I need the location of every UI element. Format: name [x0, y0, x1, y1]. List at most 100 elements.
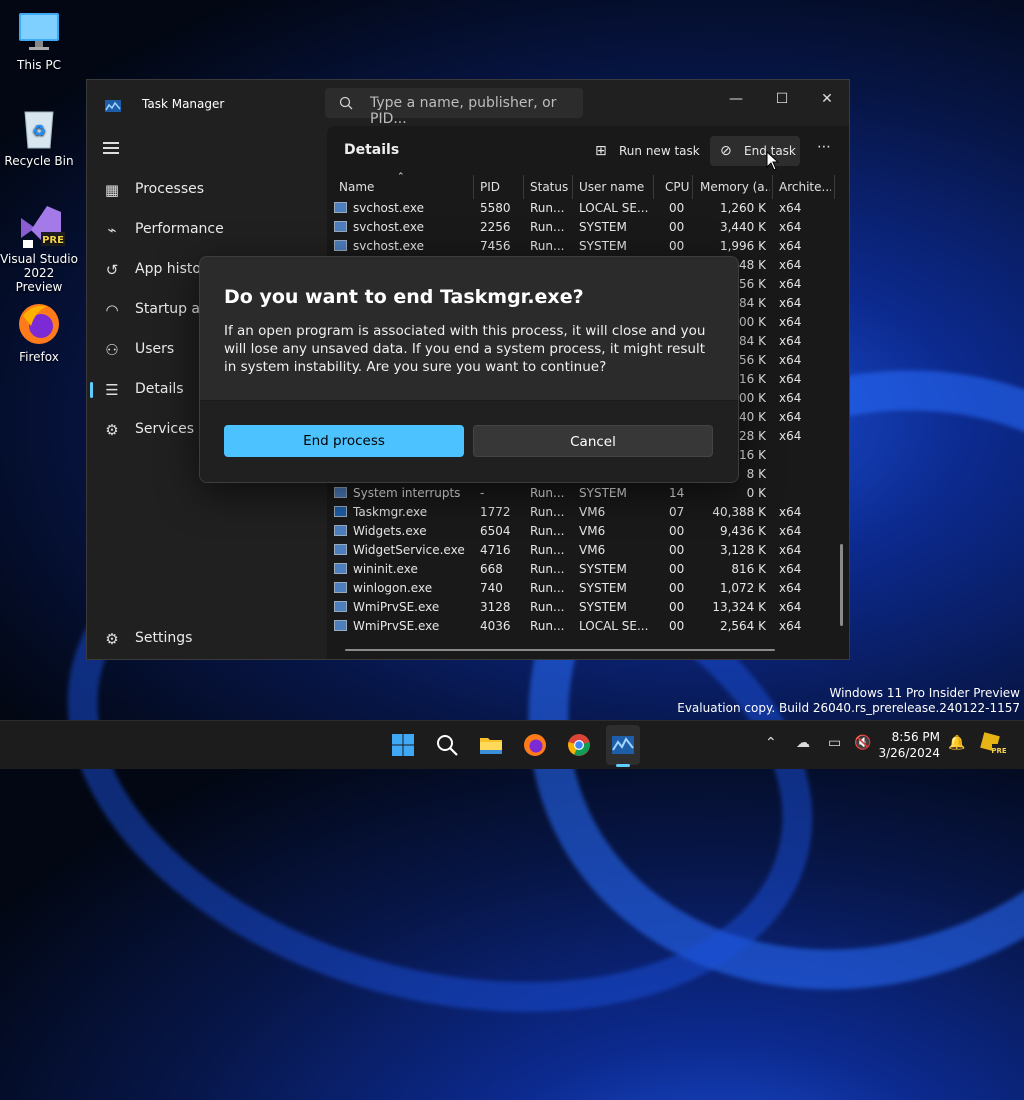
cell-status: Run... — [530, 505, 565, 519]
cell-arch: x64 — [779, 410, 802, 424]
sort-ascending-icon: ⌃ — [397, 172, 405, 182]
title-bar[interactable]: Task Manager Type a name, publisher, or … — [87, 80, 850, 127]
table-row[interactable]: WmiPrvSE.exe 3128 Run... SYSTEM 00 13,324 K x6… — [329, 598, 837, 617]
cell-user: VM6 — [579, 543, 606, 557]
cell-status: Run... — [530, 600, 565, 614]
cell-status: Run... — [530, 562, 565, 576]
cancel-button[interactable]: Cancel — [473, 425, 713, 457]
column-header-pid[interactable]: PID — [480, 180, 500, 194]
sidebar-item-processes[interactable]: ▦ Processes — [93, 172, 321, 208]
sidebar-item-label: Details — [135, 381, 184, 397]
monitor-icon — [17, 10, 61, 54]
desktop-icon-visual-studio[interactable]: PRE Visual Studio 2022 Preview — [0, 204, 78, 294]
cell-status: Run... — [530, 581, 565, 595]
dialog-message: If an open program is associated with th… — [224, 323, 706, 375]
mouse-cursor-icon — [766, 151, 780, 171]
chrome-icon[interactable] — [567, 733, 591, 757]
cell-pid: 740 — [480, 581, 503, 595]
cell-cpu: 00 — [669, 239, 685, 253]
sidebar-item-performance[interactable]: ⌁ Performance — [93, 212, 321, 248]
column-header-name[interactable]: Name — [339, 180, 374, 194]
column-header-memory[interactable]: Memory (a... — [700, 180, 770, 194]
cell-cpu: 00 — [669, 220, 685, 234]
table-row[interactable]: svchost.exe 5580 Run... LOCAL SE... 00 1,260 … — [329, 199, 837, 218]
cell-arch: x64 — [779, 543, 802, 557]
taskbar-clock[interactable]: 8:56 PM 3/26/2024 — [878, 729, 940, 761]
window-title: Task Manager — [142, 97, 225, 111]
dialog-title: Do you want to end Taskmgr.exe? — [224, 286, 584, 308]
performance-icon: ⌁ — [107, 221, 117, 239]
volume-muted-icon[interactable]: 🔇 — [854, 735, 871, 751]
cell-cpu: 00 — [669, 619, 685, 633]
recycle-bin-icon: ♻ — [17, 106, 61, 150]
desktop-icon-firefox[interactable]: Firefox — [0, 302, 78, 364]
task-manager-icon — [105, 97, 121, 112]
cell-user: SYSTEM — [579, 220, 627, 234]
minimize-button[interactable]: — — [713, 84, 759, 114]
users-icon: ⚇ — [105, 341, 119, 359]
column-header-cpu[interactable]: CPU — [665, 180, 689, 194]
close-button[interactable]: ✕ — [804, 84, 850, 114]
cell-mem: 2,564 K — [719, 619, 766, 633]
details-icon: ☰ — [105, 381, 119, 399]
svg-text:PRE: PRE — [42, 235, 64, 246]
process-icon — [334, 487, 347, 498]
cell-user: LOCAL SE... — [579, 201, 649, 215]
cell-arch: x64 — [779, 600, 802, 614]
end-process-button[interactable]: End process — [224, 425, 464, 457]
end-task-icon: ⊘ — [720, 143, 732, 159]
cell-arch: x64 — [779, 315, 802, 329]
visual-studio-icon: PRE — [17, 204, 65, 248]
cell-pid: 6504 — [480, 524, 511, 538]
sidebar-item-label: Settings — [135, 630, 193, 646]
table-row[interactable]: winlogon.exe 740 Run... SYSTEM 00 1,072 K x64 — [329, 579, 837, 598]
table-row[interactable]: svchost.exe 2256 Run... SYSTEM 00 3,440 K x64 — [329, 218, 837, 237]
process-icon — [334, 202, 347, 213]
minimize-icon: — — [729, 91, 743, 107]
desktop-icon-recycle-bin[interactable]: ♻ Recycle Bin — [0, 106, 78, 168]
run-new-task-button[interactable]: ⊞ Run new task — [585, 136, 700, 166]
table-row[interactable]: WidgetService.exe 4716 Run... VM6 00 3,128 K x… — [329, 541, 837, 560]
table-row[interactable]: wininit.exe 668 Run... SYSTEM 00 816 K x64 — [329, 560, 837, 579]
table-row[interactable]: Widgets.exe 6504 Run... VM6 00 9,436 K x64 — [329, 522, 837, 541]
cell-name: Taskmgr.exe — [353, 505, 428, 519]
column-header-status[interactable]: Status — [530, 180, 568, 194]
task-manager-icon[interactable] — [611, 733, 635, 757]
sidebar-item-label: Processes — [135, 181, 205, 197]
desktop-icon-label: Visual Studio 2022 Preview — [0, 252, 78, 294]
table-row[interactable]: svchost.exe 7456 Run... SYSTEM 00 1,996 K x64 — [329, 237, 837, 256]
desktop-icon-label: Firefox — [19, 350, 59, 364]
more-options-button[interactable]: ⋯ — [813, 136, 843, 166]
insider-pre-icon[interactable]: PRE — [980, 732, 1007, 756]
cell-cpu: 07 — [669, 505, 685, 519]
table-row[interactable]: Taskmgr.exe 1772 Run... VM6 07 40,388 K x64 — [329, 503, 837, 522]
desktop-icon-this-pc[interactable]: This PC — [0, 10, 78, 72]
start-icon[interactable] — [391, 733, 415, 757]
active-indicator — [90, 382, 93, 398]
cell-status: Run... — [530, 220, 565, 234]
vertical-scrollbar[interactable] — [840, 544, 843, 626]
cell-arch: x64 — [779, 372, 802, 386]
sidebar-item-settings[interactable]: ⚙ Settings — [93, 621, 321, 657]
file-explorer-icon[interactable] — [479, 733, 503, 757]
maximize-icon: ☐ — [775, 91, 789, 107]
notification-bell-icon[interactable]: 🔔 — [948, 735, 965, 751]
search-icon[interactable] — [435, 733, 459, 757]
cell-user: SYSTEM — [579, 562, 627, 576]
end-process-dialog: Do you want to end Taskmgr.exe? If an op… — [199, 256, 739, 483]
cell-user: SYSTEM — [579, 600, 627, 614]
chevron-up-icon[interactable]: ⌃ — [765, 735, 777, 751]
cloud-offline-icon[interactable]: ☁ — [796, 735, 810, 751]
horizontal-scrollbar[interactable] — [345, 649, 775, 651]
cell-mem: 816 K — [731, 562, 766, 576]
firefox-icon[interactable] — [523, 733, 547, 757]
column-header-user[interactable]: User name — [579, 180, 644, 194]
end-task-button[interactable]: ⊘ End task — [710, 136, 800, 166]
search-input[interactable]: Type a name, publisher, or PID... — [325, 88, 583, 127]
column-header-architecture[interactable]: Archite... — [779, 180, 831, 194]
network-icon[interactable]: ▭ — [828, 735, 841, 751]
hamburger-menu-icon[interactable] — [103, 142, 119, 154]
table-row[interactable]: System interrupts - Run... SYSTEM 14 0 K — [329, 484, 837, 503]
table-row[interactable]: WmiPrvSE.exe 4036 Run... LOCAL SE... 00 2,564… — [329, 617, 837, 636]
maximize-button[interactable]: ☐ — [759, 84, 805, 114]
